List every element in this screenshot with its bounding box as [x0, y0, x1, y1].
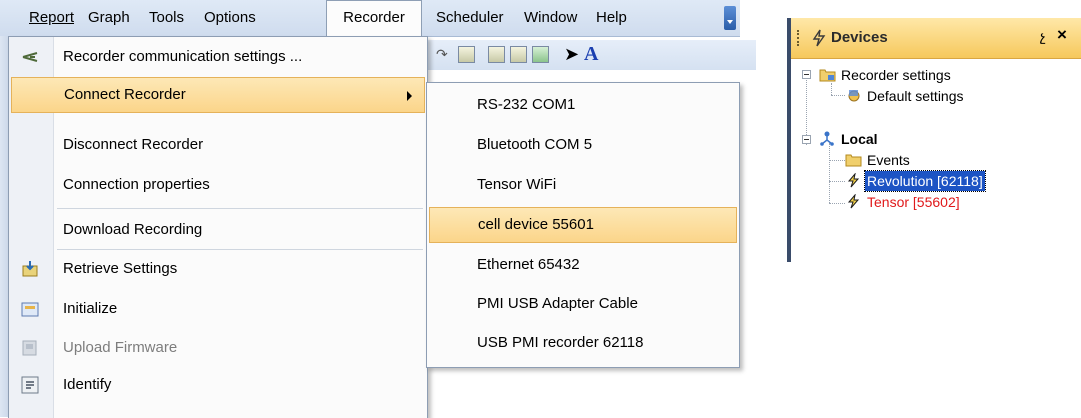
toolbar: ↷ ➤ A	[426, 40, 756, 70]
tree-line	[829, 143, 830, 203]
submenu-item-label: Bluetooth COM 5	[477, 136, 593, 153]
submenu-item-pmi-usb-adapter[interactable]: PMI USB Adapter Cable	[429, 286, 737, 322]
submenu-item-label: RS-232 COM1	[477, 96, 576, 113]
tree-line	[831, 95, 845, 96]
open-file-icon[interactable]	[458, 46, 475, 63]
devices-tree: Recorder settings Default settings Local…	[791, 59, 1081, 269]
submenu-item-usb-pmi-recorder[interactable]: USB PMI recorder 62118	[429, 325, 737, 361]
menu-report[interactable]: Report	[25, 0, 78, 36]
menu-item-label: Download Recording	[63, 221, 203, 238]
menu-item-label: Upload Firmware	[63, 339, 178, 356]
devices-panel-title: Devices	[831, 29, 888, 46]
submenu-item-label: Tensor WiFi	[477, 176, 557, 193]
text-tool-icon[interactable]: A	[584, 44, 598, 64]
submenu-arrow-icon	[407, 91, 412, 101]
submenu-item-rs232-com1[interactable]: RS-232 COM1	[429, 87, 737, 123]
collapse-toggle-icon[interactable]	[802, 135, 811, 144]
menu-tools[interactable]: Tools	[145, 0, 188, 36]
menu-item-connection-properties[interactable]: Connection properties	[11, 167, 425, 203]
folder-settings-icon	[819, 69, 836, 82]
tree-node-label: Tensor [55602]	[867, 194, 960, 210]
recorder-bolt-icon	[847, 173, 860, 188]
menu-item-label: Disconnect Recorder	[63, 136, 204, 153]
submenu-item-tensor-wifi[interactable]: Tensor WiFi	[429, 167, 737, 203]
submenu-item-label: cell device 55601	[478, 216, 594, 233]
menu-scheduler[interactable]: Scheduler	[432, 0, 508, 36]
menu-item-connect-recorder[interactable]: Connect Recorder	[11, 77, 425, 113]
tree-node-label: Default settings	[867, 88, 964, 104]
network-icon	[820, 131, 834, 146]
menu-item-label: Identify	[63, 376, 112, 393]
submenu-item-cell-device[interactable]: cell device 55601	[429, 207, 737, 243]
antenna-icon	[22, 52, 38, 62]
identify-icon	[21, 376, 39, 394]
pin-icon[interactable]: չ	[1040, 28, 1046, 45]
download-icon[interactable]	[510, 46, 527, 63]
menu-help[interactable]: Help	[592, 0, 631, 36]
initialize-icon	[21, 302, 39, 317]
drag-grip-icon[interactable]	[797, 30, 802, 46]
devices-panel-header: Devices չ ×	[791, 18, 1081, 59]
tree-line	[829, 203, 845, 204]
settings-icon	[848, 90, 860, 102]
menu-separator	[57, 249, 423, 250]
menu-item-identify[interactable]: Identify	[11, 367, 425, 403]
document-area	[426, 368, 740, 417]
menu-item-disconnect-recorder[interactable]: Disconnect Recorder	[11, 127, 425, 163]
menu-item-download-recording[interactable]: Download Recording	[11, 212, 425, 248]
menu-recorder[interactable]: Recorder	[326, 0, 422, 36]
menu-item-label: Connect Recorder	[64, 86, 186, 103]
submenu-item-label: Ethernet 65432	[477, 256, 580, 273]
menu-item-retrieve-settings[interactable]: Retrieve Settings	[11, 251, 425, 287]
menu-item-label: Retrieve Settings	[63, 260, 178, 277]
submenu-item-ethernet[interactable]: Ethernet 65432	[429, 247, 737, 283]
tree-line	[829, 181, 845, 182]
menu-bar: Report Graph Tools Options Recorder Sche…	[0, 0, 740, 37]
connect-recorder-submenu: RS-232 COM1 Bluetooth COM 5 Tensor WiFi …	[426, 82, 740, 368]
tree-line	[829, 160, 845, 161]
pointer-icon[interactable]: ➤	[564, 45, 579, 63]
upload-icon[interactable]	[488, 46, 505, 63]
tree-node-label: Events	[867, 152, 910, 168]
redo-icon[interactable]: ↷	[436, 46, 450, 63]
close-icon[interactable]: ×	[1057, 25, 1067, 45]
submenu-item-label: USB PMI recorder 62118	[477, 334, 644, 351]
menu-item-upload-firmware: Upload Firmware	[11, 330, 425, 366]
menu-separator	[57, 208, 423, 209]
retrieve-icon	[22, 261, 38, 277]
menu-item-initialize[interactable]: Initialize	[11, 291, 425, 327]
refresh-icon[interactable]	[532, 46, 549, 63]
menu-item-communication-settings[interactable]: Recorder communication settings ...	[11, 39, 425, 75]
tree-node-label: Revolution [62118]	[864, 170, 986, 192]
menu-item-label: Connection properties	[63, 176, 210, 193]
submenu-item-label: PMI USB Adapter Cable	[477, 295, 638, 312]
menu-options[interactable]: Options	[200, 0, 260, 36]
tree-node-label: Recorder settings	[841, 67, 951, 83]
tree-node-label: Local	[841, 131, 878, 147]
recorder-bolt-icon	[847, 194, 860, 209]
recorder-menu: Recorder communication settings ... Conn…	[8, 36, 428, 418]
submenu-item-bluetooth-com5[interactable]: Bluetooth COM 5	[429, 127, 737, 163]
menu-item-label: Recorder communication settings ...	[63, 48, 303, 65]
folder-icon	[845, 154, 862, 167]
upload-firmware-icon	[22, 340, 37, 356]
toolbar-overflow-icon[interactable]	[724, 6, 736, 30]
menu-item-label: Initialize	[63, 300, 118, 317]
tree-line	[831, 83, 832, 95]
bolt-icon	[812, 29, 826, 47]
menu-window[interactable]: Window	[520, 0, 581, 36]
menu-graph[interactable]: Graph	[84, 0, 134, 36]
collapse-toggle-icon[interactable]	[802, 70, 811, 79]
